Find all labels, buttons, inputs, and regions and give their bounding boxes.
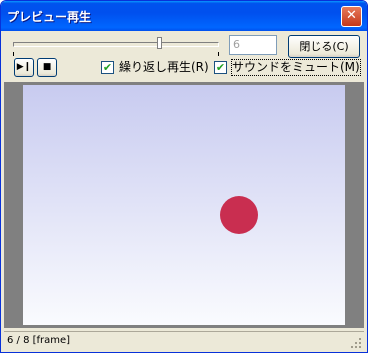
frame-number-field[interactable]: 6 [229, 35, 277, 55]
ball-shape [220, 196, 258, 234]
mute-checkbox-box[interactable]: ✔ [214, 61, 227, 74]
close-button[interactable]: 閉じる(C) [288, 35, 360, 58]
play-pause-icon: ▶❙ [16, 62, 32, 72]
slider-tick-start [13, 52, 14, 56]
preview-canvas [23, 85, 345, 325]
repeat-checkbox-label: 繰り返し再生(R) [119, 60, 209, 74]
slider-thumb[interactable] [157, 37, 163, 49]
preview-playback-window: プレビュー再生 ✕ 6 閉じる(C) ▶❙ ■ ✔ 繰り返し再生(R) ✔ サウ… [0, 0, 368, 353]
mute-checkbox[interactable]: ✔ サウンドをミュート(M) [214, 59, 361, 76]
status-bar: 6 / 8 [frame] [4, 331, 364, 350]
play-pause-button[interactable]: ▶❙ [14, 58, 34, 77]
title-close-icon[interactable]: ✕ [341, 6, 362, 27]
frame-slider[interactable] [13, 37, 219, 57]
client-area: 6 閉じる(C) ▶❙ ■ ✔ 繰り返し再生(R) ✔ サウンドをミュート(M)… [4, 31, 364, 350]
status-text: 6 / 8 [frame] [7, 335, 71, 346]
repeat-checkbox-box[interactable]: ✔ [101, 61, 114, 74]
slider-tick-end [218, 52, 219, 56]
resize-grip-icon[interactable] [350, 337, 362, 349]
repeat-checkbox[interactable]: ✔ 繰り返し再生(R) [101, 60, 211, 75]
title-bar[interactable]: プレビュー再生 ✕ [1, 1, 367, 31]
slider-track [13, 42, 219, 47]
mute-checkbox-label: サウンドをミュート(M) [231, 59, 361, 76]
preview-area [4, 82, 364, 328]
stop-icon: ■ [42, 62, 52, 72]
window-title: プレビュー再生 [7, 10, 92, 24]
stop-button[interactable]: ■ [37, 58, 57, 77]
